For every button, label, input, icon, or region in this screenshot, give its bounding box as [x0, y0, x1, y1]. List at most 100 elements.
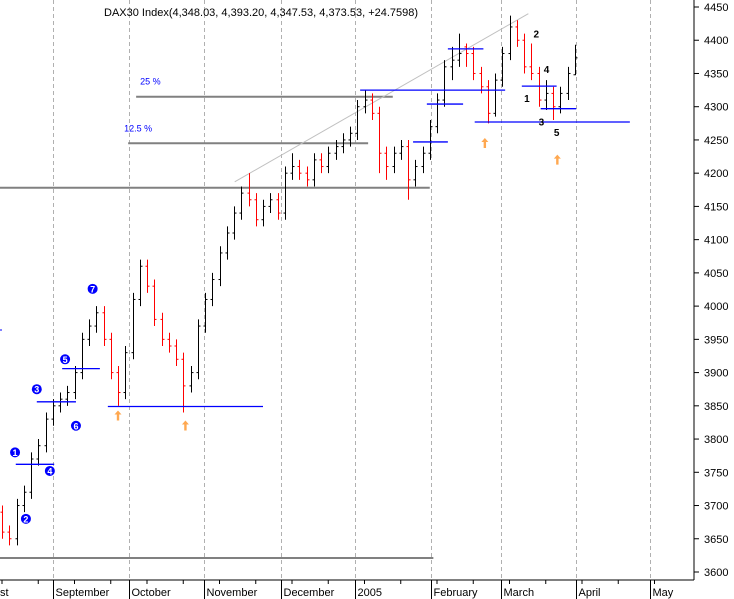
y-tick-label: 4100 [704, 235, 728, 247]
x-tick-label: May [653, 587, 674, 599]
wave-label: 5 [554, 128, 560, 139]
ohlc-bar [138, 259, 143, 307]
ohlc-bar [377, 106, 382, 174]
ohlc-bar [102, 306, 107, 346]
y-tick-label: 4350 [704, 68, 728, 80]
retracement-label: 25 % [140, 77, 161, 87]
ohlc-bar [225, 226, 230, 260]
ohlc-bar [51, 399, 56, 426]
ohlc-bar [464, 43, 469, 67]
wave-label: 4 [544, 65, 550, 76]
wave-marker-label: 3 [34, 385, 39, 395]
y-axis-ticks: 3600 3650 3700 3750 3800 3850 3900 3950 4000 4050… [694, 2, 728, 579]
ohlc-bar [167, 332, 172, 353]
ohlc-bar [80, 332, 85, 380]
ohlc-bar [566, 66, 571, 101]
ohlc-bar [123, 345, 128, 400]
ohlc-bar [283, 166, 288, 220]
ohlc-bar [7, 525, 12, 546]
x-axis-ticks: st September October November December 2005 Fe… [0, 580, 674, 599]
ohlc-bar [290, 153, 295, 180]
ohlc-bar [232, 206, 237, 240]
wave-marker: 4 [44, 465, 55, 476]
y-tick-label: 4150 [704, 201, 728, 213]
y-tick-label: 4000 [704, 301, 728, 313]
ohlc-bar [36, 439, 41, 466]
x-tick-label: February [434, 587, 479, 599]
ohlc-bar [493, 73, 498, 117]
wave-label: 2 [534, 30, 540, 41]
ohlc-bar [254, 193, 259, 227]
level-lines [15, 48, 630, 465]
ohlc-bar [87, 319, 92, 346]
wave-marker: 6 [70, 420, 81, 431]
wave-marker-label: 6 [73, 421, 78, 431]
x-tick-label: November [207, 587, 258, 599]
ohlc-bar [544, 80, 549, 111]
ohlc-bar [29, 452, 34, 499]
ohlc-bar [457, 33, 462, 67]
y-tick-label: 3950 [704, 334, 728, 346]
wave-marker: 5 [60, 354, 71, 365]
y-tick-label: 3800 [704, 434, 728, 446]
ohlc-bar [529, 43, 534, 81]
y-tick-label: 3700 [704, 501, 728, 513]
ohlc-bar [471, 46, 476, 81]
x-tick-label: st [0, 587, 9, 599]
ohlc-bar [261, 199, 266, 227]
x-tick-label: March [504, 587, 535, 599]
y-tick-label: 4450 [704, 2, 728, 14]
ohlc-bar [399, 139, 404, 160]
y-tick-label: 4250 [704, 135, 728, 147]
ohlc-bar [479, 66, 484, 94]
y-tick-label: 4050 [704, 268, 728, 280]
ohlc-bar [181, 352, 186, 413]
ohlc-bar [268, 193, 273, 214]
ohlc-bar [421, 146, 426, 174]
ohlc-bar [522, 33, 527, 74]
x-tick-label: December [284, 587, 335, 599]
ohlc-bar [312, 153, 317, 187]
up-arrow-icon [114, 410, 122, 421]
ohlc-bar [239, 186, 244, 220]
ohlc-bar [218, 246, 223, 287]
up-arrow-icon [181, 420, 189, 431]
wave-marker-label: 7 [90, 284, 95, 294]
y-tick-label: 4200 [704, 168, 728, 180]
ohlc-bar [189, 365, 194, 393]
ohlc-bar [442, 60, 447, 107]
ohlc-bar [413, 159, 418, 187]
ohlc-bar [428, 119, 433, 160]
ohlc-bar [486, 80, 491, 124]
ohlc-bar [319, 153, 324, 174]
ohlc-bar [58, 392, 63, 413]
y-tick-label: 3900 [704, 368, 728, 380]
ohlc-bar [116, 365, 121, 406]
ohlc-bar [515, 20, 520, 47]
ohlc-bar [247, 173, 252, 207]
ohlc-bar [203, 292, 208, 333]
ohlc-bar [297, 159, 302, 180]
ohlc-bar [131, 292, 136, 360]
ohlc-bar [196, 319, 201, 380]
annotations: 123456724135 [0, 30, 561, 524]
wave-marker-label: 4 [47, 466, 52, 476]
ohlc-bar [305, 166, 310, 187]
wave-marker-label: 5 [63, 355, 68, 365]
axes [0, 0, 695, 581]
wave-marker-label: 2 [23, 514, 28, 524]
ohlc-bar [44, 412, 49, 453]
ohlc-bar [384, 146, 389, 180]
y-tick-label: 3750 [704, 467, 728, 479]
ohlc-bars [0, 15, 578, 546]
ohlc-bar [210, 272, 215, 307]
ohlc-bar [15, 498, 20, 546]
wave-marker: 2 [20, 513, 31, 524]
ohlc-bar [435, 93, 440, 134]
up-arrow-icon [553, 154, 561, 165]
wave-marker-label: 1 [13, 448, 18, 458]
ohlc-bar [0, 505, 5, 539]
ohlc-bar [145, 259, 150, 293]
y-tick-label: 3650 [704, 534, 728, 546]
wave-marker: 7 [87, 283, 98, 294]
